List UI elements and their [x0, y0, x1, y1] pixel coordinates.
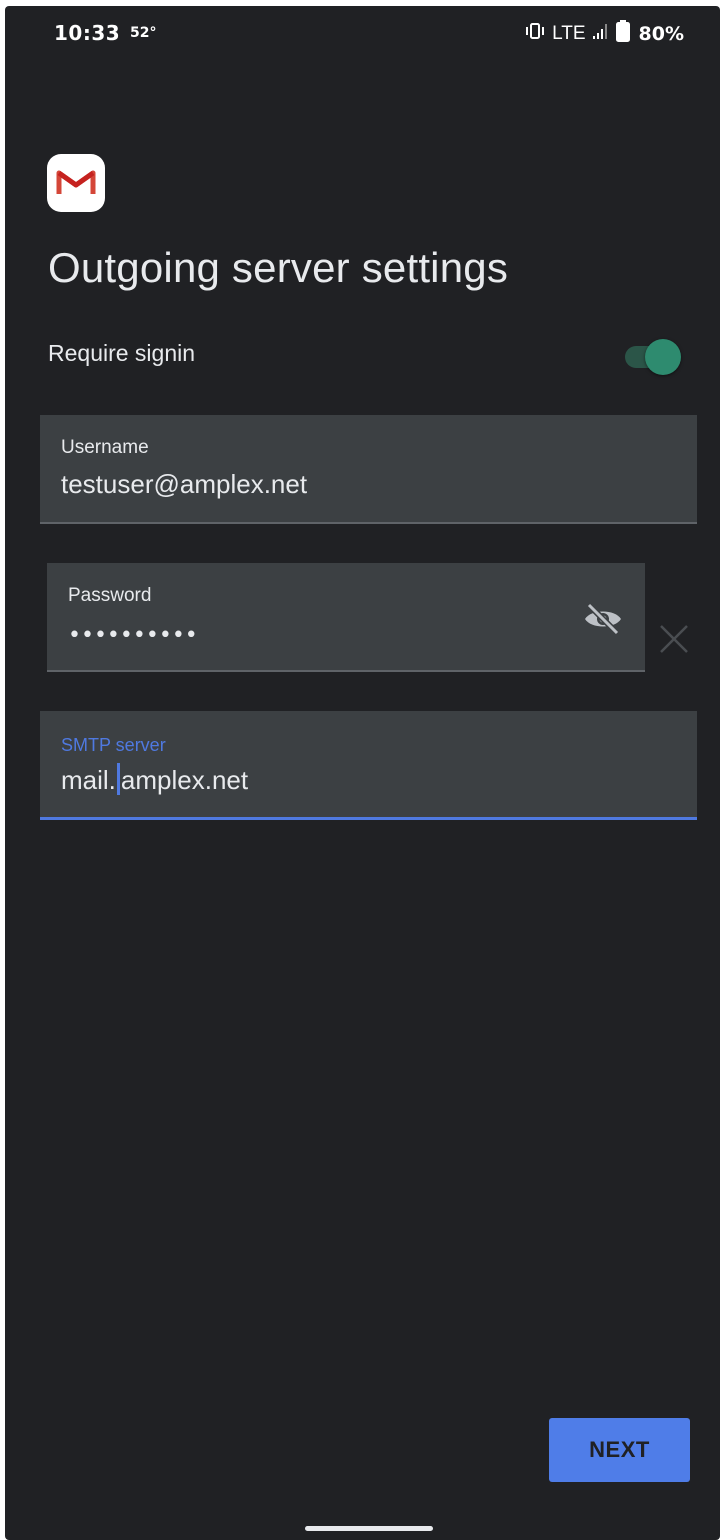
- phone-screen: 10:33 52° LTE 80% Outgoing server settin…: [5, 6, 720, 1540]
- username-field[interactable]: Username testuser@amplex.net: [40, 415, 697, 524]
- gmail-logo-icon: [47, 154, 105, 212]
- close-icon[interactable]: [657, 622, 691, 656]
- require-signin-toggle[interactable]: [625, 339, 681, 375]
- network-type: LTE: [552, 22, 586, 44]
- smtp-server-field[interactable]: SMTP server mail. amplex.net: [40, 711, 697, 820]
- battery-percent: 80%: [638, 22, 684, 45]
- vibrate-icon: [524, 21, 546, 46]
- visibility-off-icon[interactable]: [581, 601, 625, 637]
- status-time: 10:33: [54, 21, 121, 45]
- next-button[interactable]: NEXT: [549, 1418, 690, 1482]
- signal-icon: [592, 22, 610, 45]
- text-cursor: [116, 763, 120, 795]
- home-indicator[interactable]: [305, 1526, 433, 1531]
- page-title: Outgoing server settings: [48, 244, 509, 291]
- require-signin-label: Require signin: [48, 340, 196, 366]
- password-field[interactable]: Password ••••••••••: [47, 563, 645, 672]
- status-indicators: LTE 80%: [524, 20, 684, 47]
- password-input[interactable]: ••••••••••: [68, 623, 198, 648]
- password-label: Password: [68, 585, 152, 606]
- smtp-server-label: SMTP server: [61, 735, 166, 755]
- status-bar: 10:33 52° LTE 80%: [5, 6, 720, 62]
- username-label: Username: [61, 437, 149, 458]
- require-signin-row[interactable]: Require signin: [5, 324, 720, 384]
- battery-icon: [615, 20, 630, 47]
- toggle-thumb: [645, 339, 681, 375]
- smtp-value-after-cursor: amplex.net: [120, 765, 249, 795]
- username-input[interactable]: testuser@amplex.net: [61, 469, 307, 500]
- status-temperature: 52°: [130, 25, 157, 41]
- smtp-server-input[interactable]: mail. amplex.net: [61, 763, 248, 796]
- smtp-value-before-cursor: mail.: [61, 765, 116, 795]
